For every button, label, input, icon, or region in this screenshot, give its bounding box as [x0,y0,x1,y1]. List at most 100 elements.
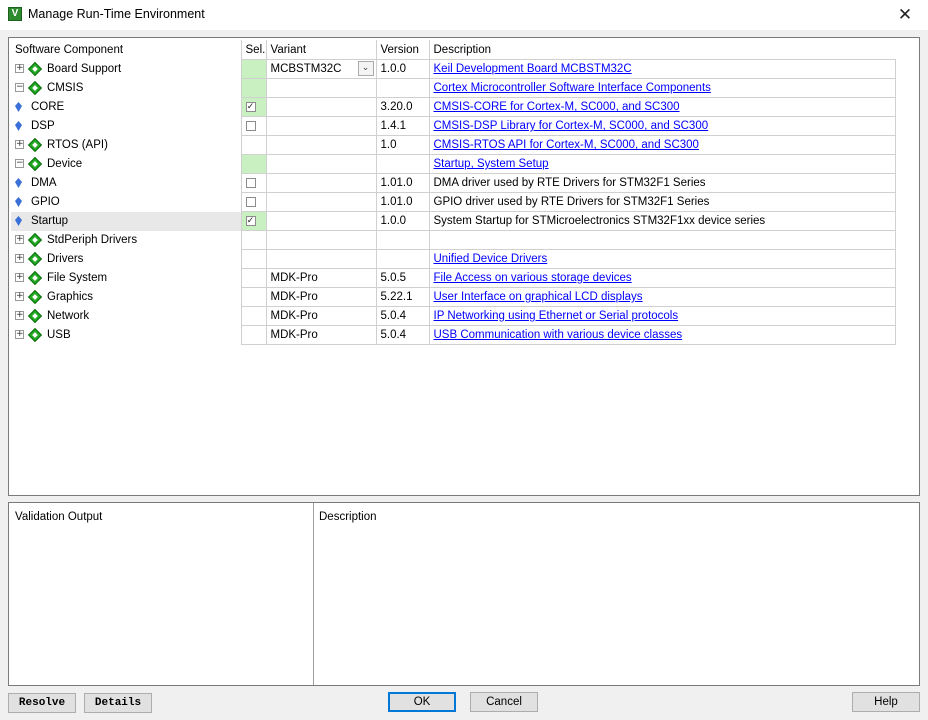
description-cell: CMSIS-RTOS API for Cortex-M, SC000, and … [428,135,896,155]
component-group-icon [27,156,43,172]
variant-dropdown-icon[interactable]: ⌄ [357,61,374,76]
expand-icon[interactable]: + [15,311,24,321]
expand-icon[interactable]: + [15,235,24,245]
component-group-icon [27,61,43,77]
expand-icon[interactable]: + [15,64,24,74]
description-link[interactable]: User Interface on graphical LCD displays [434,291,643,303]
description-link[interactable]: USB Communication with various device cl… [434,329,683,341]
expand-icon[interactable]: + [15,273,24,283]
version-cell [375,249,430,269]
header-description[interactable]: Description [428,40,895,60]
description-cell: CMSIS-CORE for Cortex-M, SC000, and SC30… [428,97,896,117]
description-link[interactable]: CMSIS-DSP Library for Cortex-M, SC000, a… [434,120,709,132]
component-cell[interactable]: − Device [11,155,241,174]
component-cell[interactable]: + Graphics [11,288,241,307]
variant-cell [265,173,377,193]
component-row[interactable]: + USB MDK-Pro 5.0.4 USB Communication with v… [11,325,896,345]
variant-cell [265,154,377,174]
expand-icon[interactable]: + [15,140,24,150]
component-cell[interactable]: Startup [11,211,241,231]
component-row[interactable]: + Graphics MDK-Pro 5.22.1 User Interface on … [11,287,896,307]
select-checkbox[interactable] [245,177,256,188]
component-name: DMA [31,177,57,189]
component-row[interactable]: DSP 1.4.1 CMSIS-DSP Library for Cortex-M, … [11,116,896,136]
component-row[interactable]: − CMSIS Cortex Microcontroller Software In… [11,78,896,98]
collapse-icon[interactable]: − [15,83,24,93]
select-checkbox[interactable] [245,196,256,207]
version-cell: 1.0.0 [375,59,430,79]
description-link[interactable]: Unified Device Drivers [434,253,548,265]
component-cell[interactable]: + Network [11,307,241,326]
version-cell: 3.20.0 [375,97,430,117]
component-cell[interactable]: + Drivers [11,250,241,269]
description-link[interactable]: CMSIS-CORE for Cortex-M, SC000, and SC30… [434,101,680,113]
component-name: USB [47,329,71,341]
component-row[interactable]: GPIO 1.01.0 GPIO driver used by RTE Driver… [11,192,896,212]
component-cell[interactable]: − CMSIS [11,79,241,98]
cancel-button[interactable]: Cancel [470,692,538,712]
sel-cell [240,306,267,326]
component-row[interactable]: − Device Startup, System Setup [11,154,896,174]
component-group-icon [27,308,43,324]
component-row[interactable]: + StdPeriph Drivers [11,230,896,250]
component-cell[interactable]: + RTOS (API) [11,136,241,155]
ok-button[interactable]: OK [388,692,456,712]
description-cell: Keil Development Board MCBSTM32C [428,59,896,79]
header-variant[interactable]: Variant [265,40,376,60]
description-link[interactable]: Startup, System Setup [434,158,549,170]
header-version[interactable]: Version [375,40,429,60]
close-button[interactable]: ✕ [882,0,928,30]
variant-value: MDK-Pro [270,272,318,284]
description-link[interactable]: CMSIS-RTOS API for Cortex-M, SC000, and … [434,139,699,151]
description-link[interactable]: Keil Development Board MCBSTM32C [434,63,632,75]
description-link[interactable]: File Access on various storage devices [434,272,632,284]
description-link[interactable]: IP Networking using Ethernet or Serial p… [434,310,679,322]
component-cell[interactable]: DSP [11,117,241,136]
component-icon [15,101,22,112]
variant-cell[interactable]: MCBSTM32C ⌄ [265,59,377,79]
component-row[interactable]: CORE ✓ 3.20.0 CMSIS-CORE for Cortex-M, SC00… [11,97,896,117]
component-cell[interactable]: GPIO [11,193,241,212]
expand-icon[interactable]: + [15,292,24,302]
component-cell[interactable]: + USB [11,326,241,345]
version-cell: 1.01.0 [375,192,430,212]
select-checkbox[interactable] [245,120,256,131]
panel-splitter[interactable] [313,503,314,685]
component-row[interactable]: + File System MDK-Pro 5.0.5 File Access on v… [11,268,896,288]
description-cell: Startup, System Setup [428,154,896,174]
description-cell: Cortex Microcontroller Software Interfac… [428,78,896,98]
header-sel[interactable]: Sel. [240,40,266,60]
select-checkbox[interactable]: ✓ [245,101,256,112]
sel-cell [240,116,267,136]
component-name: Network [47,310,90,322]
help-button[interactable]: Help [852,692,920,712]
variant-cell [265,116,377,136]
component-row[interactable]: + Board Support MCBSTM32C ⌄ 1.0.0 Keil Develo… [11,59,896,79]
version-cell [375,154,430,174]
component-name: DSP [31,120,55,132]
component-grid: Software Component Sel. Variant Version … [11,40,896,345]
component-row[interactable]: + Network MDK-Pro 5.0.4 IP Networking using … [11,306,896,326]
description-link[interactable]: Cortex Microcontroller Software Interfac… [434,82,711,94]
component-cell[interactable]: + StdPeriph Drivers [11,231,241,250]
version-cell: 1.0 [375,135,430,155]
component-cell[interactable]: + Board Support [11,60,241,79]
component-row[interactable]: DMA 1.01.0 DMA driver used by RTE Drivers … [11,173,896,193]
component-cell[interactable]: DMA [11,174,241,193]
sel-cell [240,173,267,193]
select-checkbox[interactable]: ✓ [245,215,256,226]
header-software-component[interactable]: Software Component [11,40,241,60]
expand-icon[interactable]: + [15,330,24,340]
component-row[interactable]: + Drivers Unified Device Drivers [11,249,896,269]
version-cell: 5.0.4 [375,325,430,345]
component-cell[interactable]: + File System [11,269,241,288]
details-button[interactable]: Details [84,693,152,713]
expand-icon[interactable]: + [15,254,24,264]
collapse-icon[interactable]: − [15,159,24,169]
component-row[interactable]: + RTOS (API) 1.0 CMSIS-RTOS API for Cortex-… [11,135,896,155]
component-cell[interactable]: CORE [11,98,241,117]
resolve-button[interactable]: Resolve [8,693,76,713]
description-cell: CMSIS-DSP Library for Cortex-M, SC000, a… [428,116,896,136]
variant-cell: MDK-Pro [265,268,377,288]
component-row[interactable]: Startup ✓ 1.0.0 System Startup for STMicroe… [11,211,896,231]
